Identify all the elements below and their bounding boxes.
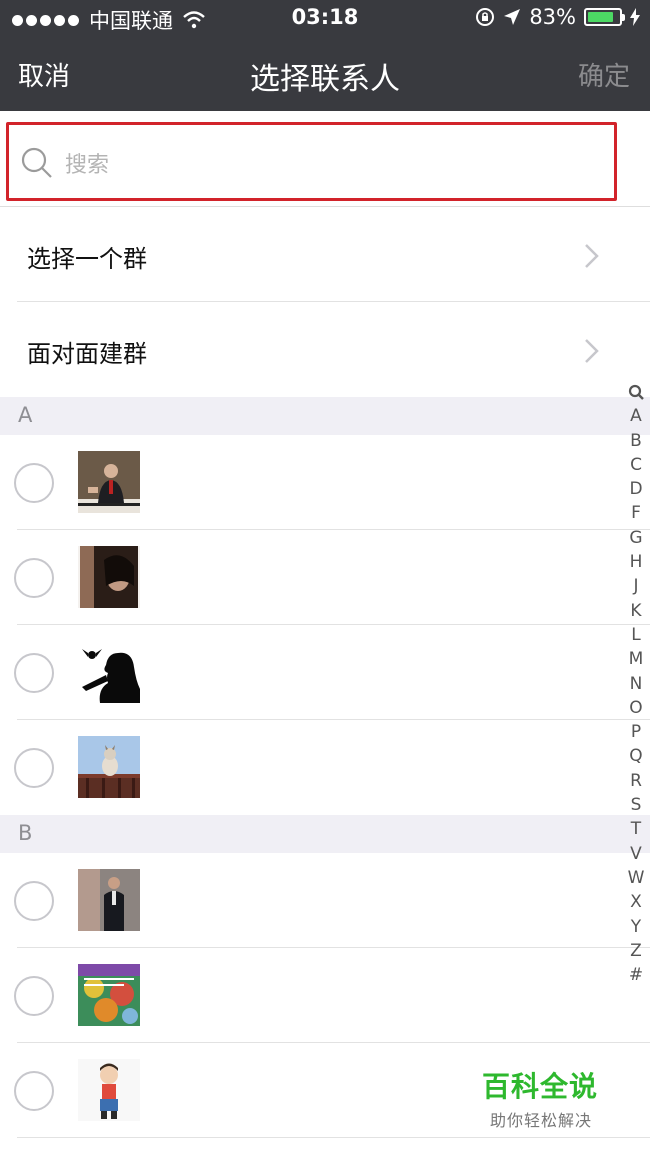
contact-row[interactable] xyxy=(0,625,650,720)
index-search-icon[interactable] xyxy=(624,380,648,404)
face-to-face-group-item[interactable]: 面对面建群 xyxy=(0,302,650,397)
search-placeholder: 搜索 xyxy=(65,153,110,178)
contact-row[interactable] xyxy=(0,435,650,530)
status-right: 83% xyxy=(475,5,640,29)
menu-item-label: 面对面建群 xyxy=(27,340,147,368)
index-letter[interactable]: S xyxy=(624,793,648,817)
select-radio[interactable] xyxy=(14,881,54,921)
watermark-title: 百科全说 xyxy=(482,1070,599,1103)
status-bar: 中国联通 03:18 83% xyxy=(0,0,650,36)
charging-bolt-icon xyxy=(630,8,640,26)
index-letter[interactable]: D xyxy=(624,477,648,501)
index-letter[interactable]: T xyxy=(624,817,648,841)
avatar xyxy=(78,964,140,1026)
top-bar: 中国联通 03:18 83% 取消 选择联系人 确定 xyxy=(0,0,650,111)
watermark-subtitle: 助你轻松解决 xyxy=(490,1111,593,1130)
index-letter[interactable]: C xyxy=(624,453,648,477)
select-radio[interactable] xyxy=(14,748,54,788)
index-letter[interactable]: Y xyxy=(624,915,648,939)
section-letter: B xyxy=(18,821,33,845)
index-letter[interactable]: Z xyxy=(624,939,648,963)
rotation-lock-icon xyxy=(476,8,495,26)
index-letter[interactable]: V xyxy=(624,842,648,866)
select-group-item[interactable]: 选择一个群 xyxy=(0,207,650,302)
index-letter[interactable]: K xyxy=(624,599,648,623)
page-title: 选择联系人 xyxy=(250,62,400,97)
alphabet-index-bar[interactable]: A B C D F G H J K L M N O P Q R S T V W X Y Z # xyxy=(624,380,648,987)
index-letter[interactable]: W xyxy=(624,866,648,890)
avatar xyxy=(78,1059,140,1121)
index-letter[interactable]: M xyxy=(624,647,648,671)
select-radio[interactable] xyxy=(14,653,54,693)
chevron-right-icon xyxy=(585,244,599,268)
index-letter[interactable]: G xyxy=(624,526,648,550)
search-input[interactable]: 搜索 xyxy=(6,122,617,201)
select-radio[interactable] xyxy=(14,558,54,598)
index-letter[interactable]: X xyxy=(624,890,648,914)
contact-row[interactable] xyxy=(0,530,650,625)
index-letter[interactable]: N xyxy=(624,672,648,696)
divider xyxy=(17,1137,650,1138)
battery-percent: 83% xyxy=(529,5,576,29)
index-letter[interactable]: B xyxy=(624,429,648,453)
contact-row[interactable] xyxy=(0,720,650,815)
battery-icon xyxy=(584,8,625,26)
index-letter[interactable]: F xyxy=(624,501,648,525)
index-letter[interactable]: Q xyxy=(624,744,648,768)
contact-row[interactable] xyxy=(0,853,650,948)
search-icon xyxy=(21,147,52,178)
index-letter[interactable]: R xyxy=(624,769,648,793)
index-letter[interactable]: O xyxy=(624,696,648,720)
watermark-logo: 百科全说 助你轻松解决 xyxy=(482,1065,612,1131)
index-letter[interactable]: P xyxy=(624,720,648,744)
index-letters: A B C D F G H J K L M N O P Q R S T V W X Y Z # xyxy=(624,404,648,987)
contact-row[interactable] xyxy=(0,948,650,1043)
chevron-right-icon xyxy=(585,339,599,363)
section-header-a: A xyxy=(0,397,650,435)
search-area: 搜索 xyxy=(0,111,650,207)
navigation-bar: 取消 选择联系人 确定 xyxy=(0,36,650,111)
avatar xyxy=(78,546,140,608)
avatar xyxy=(78,736,140,798)
index-letter[interactable]: A xyxy=(624,404,648,428)
confirm-button[interactable]: 确定 xyxy=(578,56,630,93)
index-letter[interactable]: H xyxy=(624,550,648,574)
select-radio[interactable] xyxy=(14,976,54,1016)
index-letter[interactable]: # xyxy=(624,963,648,987)
section-letter: A xyxy=(18,403,33,427)
section-header-b: B xyxy=(0,815,650,853)
select-radio[interactable] xyxy=(14,1071,54,1111)
avatar xyxy=(78,641,140,703)
location-arrow-icon xyxy=(504,9,521,25)
index-letter[interactable]: L xyxy=(624,623,648,647)
avatar xyxy=(78,869,140,931)
avatar xyxy=(78,451,140,513)
index-letter[interactable]: J xyxy=(624,574,648,598)
menu-item-label: 选择一个群 xyxy=(27,245,147,273)
select-radio[interactable] xyxy=(14,463,54,503)
